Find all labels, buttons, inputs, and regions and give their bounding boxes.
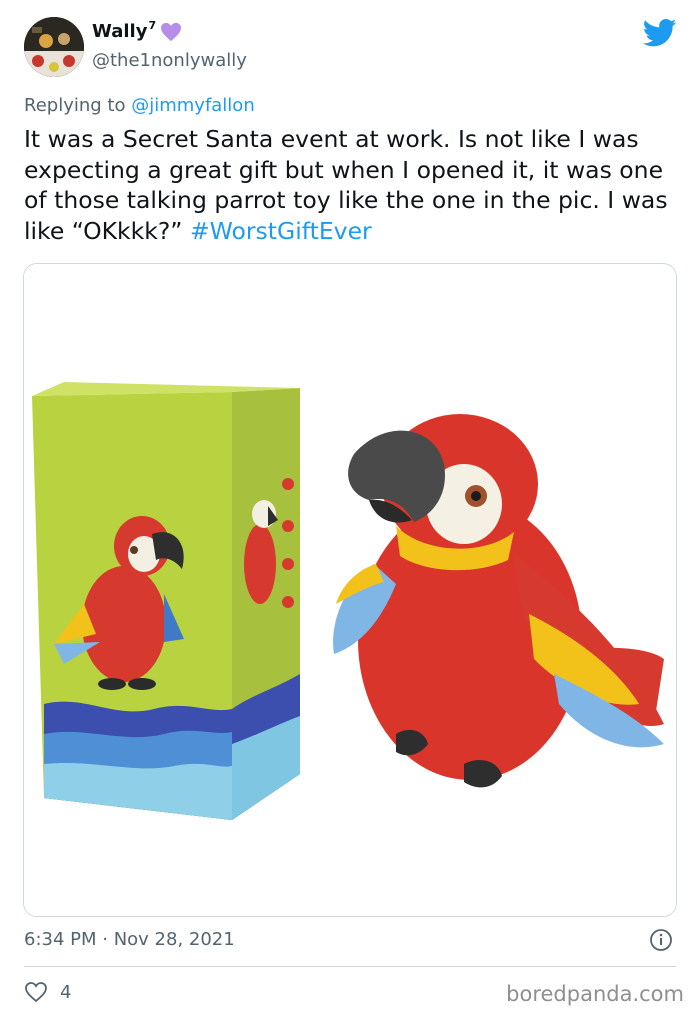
name-superscript: 7 [148,19,157,32]
heart-outline-icon[interactable] [24,981,48,1003]
tweet-text: It was a Secret Santa event at work. Is … [24,124,674,246]
like-count: 4 [60,981,72,1003]
watermark: boredpanda.com [506,982,684,1006]
reply-context: Replying to @jimmyfallon [24,95,255,116]
divider [24,966,676,967]
author-handle[interactable]: @the1nonlywally [92,50,247,71]
twitter-bird-icon[interactable] [643,18,677,48]
tweet-timestamp[interactable]: 6:34 PM · Nov 28, 2021 [24,929,235,950]
hashtag-link[interactable]: #WorstGiftEver [190,217,372,245]
author-name-row[interactable]: Wally 7 [92,19,182,42]
info-icon[interactable] [649,928,673,952]
avatar[interactable] [24,17,84,77]
purple-heart-icon [161,22,182,41]
like-action[interactable]: 4 [24,981,71,1003]
parrot-toy-photo [24,264,676,916]
display-name[interactable]: Wally [92,21,147,42]
tweet-image[interactable] [23,263,677,917]
reply-prefix: Replying to [24,95,126,116]
reply-to-link[interactable]: @jimmyfallon [131,95,255,116]
